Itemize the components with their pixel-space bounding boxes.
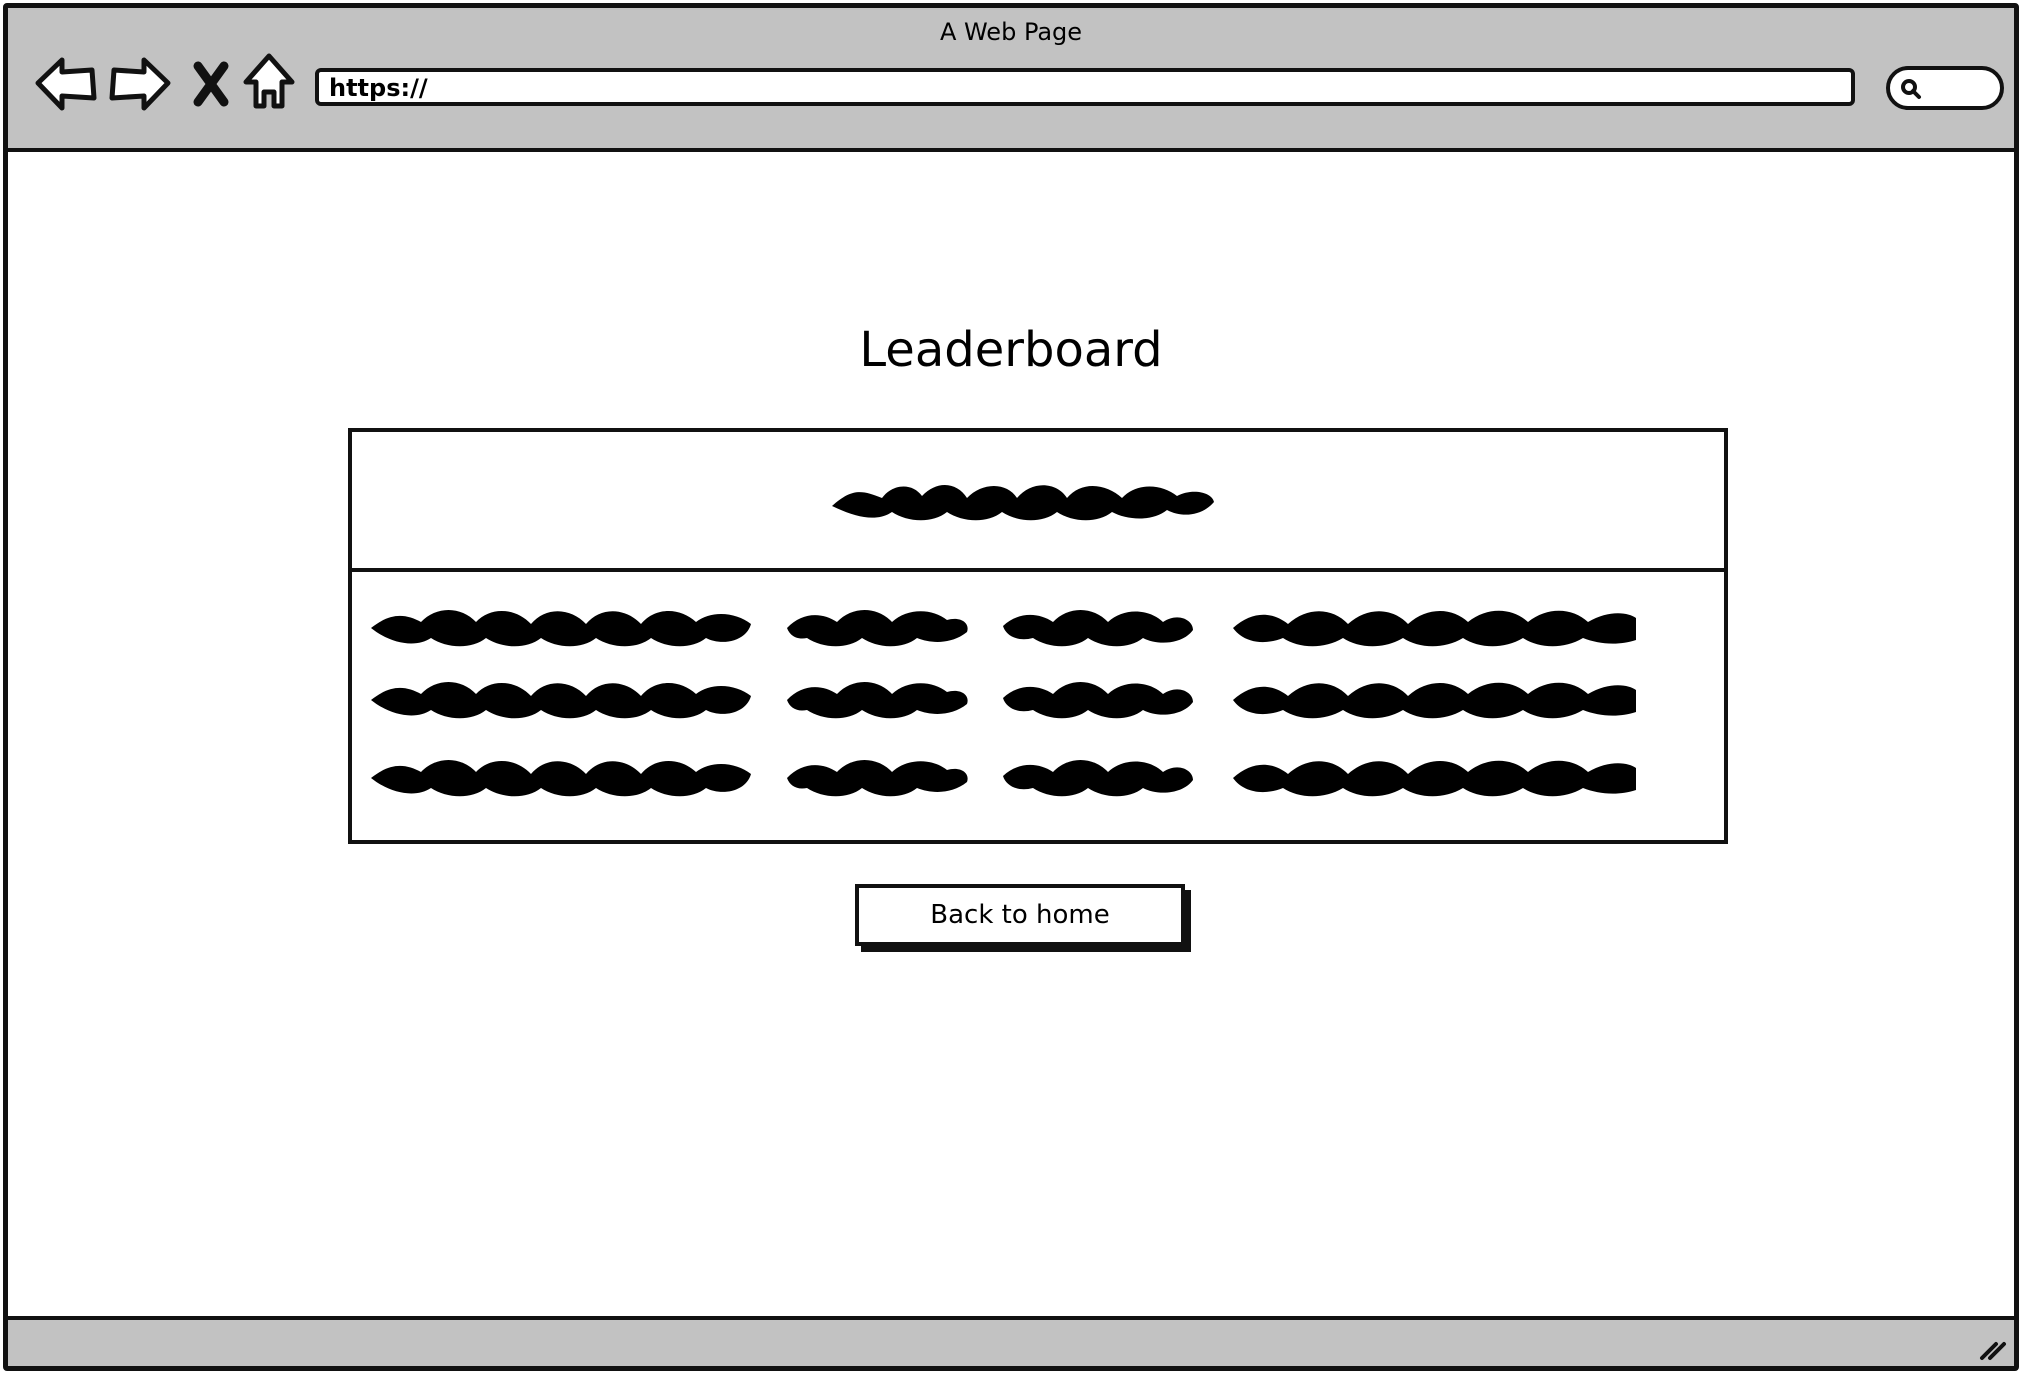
table-cell [998, 744, 1198, 808]
table-cell [366, 744, 756, 808]
home-icon[interactable] [234, 48, 304, 118]
table-cell [782, 666, 972, 730]
forward-arrow-icon[interactable] [104, 48, 174, 118]
table-cell [1228, 666, 1636, 730]
table-cell [1228, 744, 1636, 808]
header-placeholder-text [832, 484, 1214, 521]
leaderboard-header [352, 432, 1724, 572]
window-title: A Web Page [939, 18, 1083, 46]
url-input[interactable]: https:// [315, 68, 1855, 106]
table-cell [782, 744, 972, 808]
browser-toolbar: A Web Page https:// [8, 8, 2014, 152]
page-content: Leaderboard Back to home [8, 152, 2014, 1327]
table-cell [998, 666, 1198, 730]
back-arrow-icon[interactable] [32, 48, 102, 118]
table-cell [366, 666, 756, 730]
table-row [366, 594, 1636, 658]
table-cell [782, 594, 972, 658]
search-icon [1901, 79, 1921, 99]
status-bar [8, 1316, 2014, 1366]
page-title: Leaderboard [859, 322, 1163, 378]
resize-grip-icon[interactable] [1974, 1328, 2008, 1362]
search-field[interactable] [1886, 66, 2004, 110]
table-cell [366, 594, 756, 658]
table-cell [1228, 594, 1636, 658]
browser-window: A Web Page https:// Leaderboard Back to … [3, 3, 2019, 1371]
table-row [366, 666, 1636, 730]
back-to-home-button[interactable]: Back to home [855, 884, 1185, 946]
table-cell [998, 594, 1198, 658]
table-row [366, 744, 1636, 808]
leaderboard-rows [366, 594, 1636, 814]
leaderboard-table [348, 428, 1728, 844]
url-text: https:// [329, 74, 428, 102]
